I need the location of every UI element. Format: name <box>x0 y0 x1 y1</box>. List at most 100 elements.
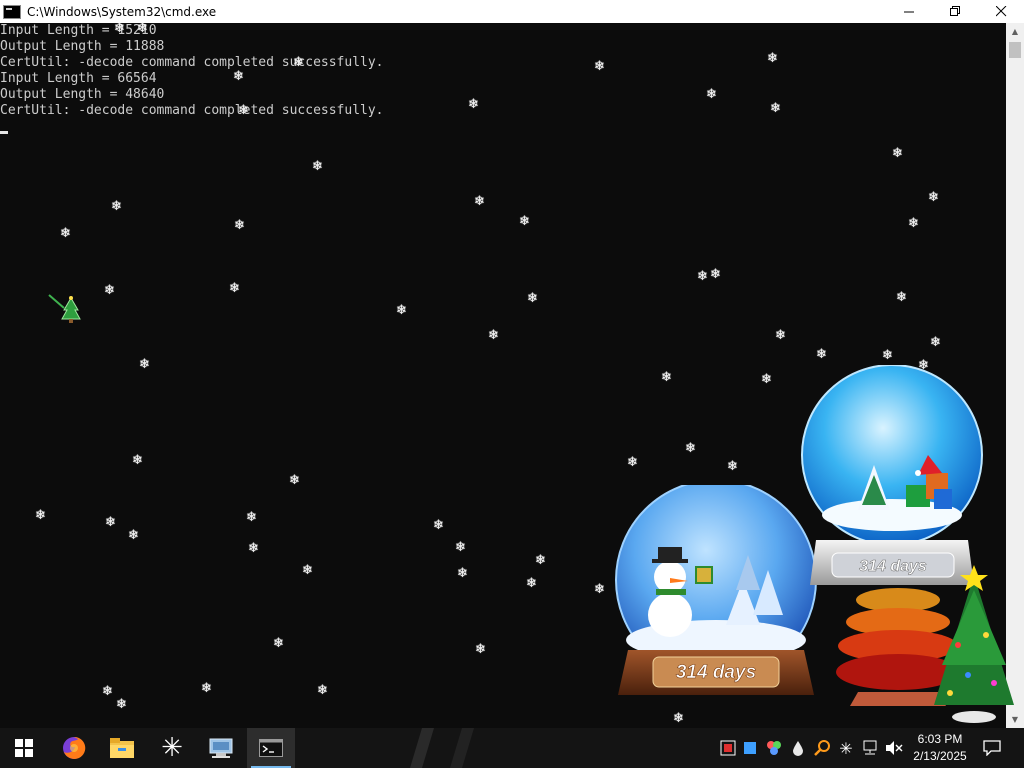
snowflake-icon: ❄ <box>248 541 259 556</box>
christmas-tree-gadget[interactable] <box>928 565 1020 725</box>
file-explorer-icon <box>110 738 134 758</box>
console-line: Output Length = 11888 <box>0 39 165 54</box>
scroll-up-arrow-icon[interactable]: ▲ <box>1006 23 1024 40</box>
snowflake-icon: ❄ <box>289 473 300 488</box>
close-button[interactable] <box>978 0 1024 23</box>
console-line: Output Length = 48640 <box>0 87 165 102</box>
cmd-window-icon[interactable] <box>3 4 21 19</box>
snowflake-icon: ❄ <box>104 283 115 298</box>
console-line: CertUtil: -decode command completed succ… <box>0 55 384 70</box>
taskbar: ✳ ✳ 6:03 PM 2/13/2025 <box>0 728 1024 768</box>
system-tray: ✳ <box>718 728 906 768</box>
snowflake-icon: ❄ <box>535 553 546 568</box>
snowflake-icon: ❄ <box>882 348 893 363</box>
snowflake-icon: ❄ <box>661 370 672 385</box>
snowflake-icon: ❄ <box>928 190 939 205</box>
snowflake-icon: ❄ <box>488 328 499 343</box>
snowflake-icon: ❄ <box>229 281 240 296</box>
volume-muted-icon[interactable] <box>882 738 906 758</box>
clock-time: 6:03 PM <box>917 732 963 746</box>
snowflake-icon: ❄ <box>139 357 150 372</box>
snowflake-icon: ❄ <box>896 290 907 305</box>
snowflake-icon: ❄ <box>457 566 468 581</box>
snowflake-app-icon: ✳ <box>161 733 183 763</box>
console-line: Input Length = 15210 <box>0 23 157 38</box>
snowflake-icon: ❄ <box>312 159 323 174</box>
start-button[interactable] <box>0 728 48 768</box>
snowflake-icon: ❄ <box>816 347 827 362</box>
snowflake-icon: ❄ <box>930 335 941 350</box>
snowflake-icon: ❄ <box>526 576 537 591</box>
console-line: Input Length = 66564 <box>0 71 157 86</box>
snowflake-icon: ❄ <box>727 459 738 474</box>
taskbar-snowflake-app[interactable]: ✳ <box>148 728 196 768</box>
snowflake-icon: ❄ <box>594 59 605 74</box>
taskbar-firefox[interactable] <box>50 728 98 768</box>
action-center-icon <box>983 740 1001 756</box>
snowflake-icon: ❄ <box>396 303 407 318</box>
command-prompt-icon <box>259 739 283 757</box>
snowflake-icon: ❄ <box>527 291 538 306</box>
window-titlebar[interactable]: C:\Windows\System32\cmd.exe <box>0 0 1024 23</box>
taskbar-control-panel[interactable] <box>197 728 245 768</box>
scrollbar-thumb[interactable] <box>1009 42 1021 58</box>
restore-button[interactable] <box>932 0 978 23</box>
snowflake-icon: ❄ <box>116 697 127 712</box>
search-magnifier-icon[interactable] <box>810 738 834 758</box>
snowflake-icon: ❄ <box>114 21 125 36</box>
snowglobe-large-counter: 314 days <box>859 558 927 575</box>
snowflake-icon: ❄ <box>293 55 304 70</box>
snowflake-icon: ❄ <box>455 540 466 555</box>
snowflake-icon: ❄ <box>468 97 479 112</box>
snowflake-icon: ❄ <box>706 87 717 102</box>
snowflake-icon: ❄ <box>35 508 46 523</box>
snowflake-icon: ❄ <box>238 103 249 118</box>
network-icon[interactable] <box>858 738 882 758</box>
snowflake-icon: ❄ <box>433 518 444 533</box>
snowflake-icon: ❄ <box>594 582 605 597</box>
snowflake-icon: ❄ <box>474 194 485 209</box>
network-monitor-icon[interactable] <box>718 738 738 758</box>
blue-square-icon[interactable] <box>738 738 762 758</box>
snowflake-icon: ❄ <box>302 563 313 578</box>
snowflake-icon: ❄ <box>908 216 919 231</box>
snowflake-icon: ❄ <box>710 267 721 282</box>
snowflake-icon: ❄ <box>102 684 113 699</box>
taskbar-command-prompt[interactable] <box>247 728 295 768</box>
christmas-tree-cursor-icon <box>48 294 81 323</box>
snowflake-icon: ❄ <box>627 455 638 470</box>
snowflake-icon: ❄ <box>761 372 772 387</box>
restore-icon <box>949 6 960 16</box>
snowflake-icon: ❄ <box>273 636 284 651</box>
text-cursor <box>0 131 8 134</box>
snowflake-icon: ❄ <box>519 214 530 229</box>
snowflake-icon: ❄ <box>475 642 486 657</box>
snowflake-icon: ❄ <box>317 683 328 698</box>
action-center-button[interactable] <box>972 728 1012 768</box>
snowflake-tray-icon[interactable]: ✳ <box>834 738 858 758</box>
snowflake-icon: ❄ <box>234 218 245 233</box>
close-icon <box>995 6 1006 17</box>
snowflake-icon: ❄ <box>111 199 122 214</box>
snowflake-icon: ❄ <box>201 681 212 696</box>
taskbar-file-explorer[interactable] <box>98 728 146 768</box>
taskbar-decoration <box>410 728 474 768</box>
snowflake-icon: ❄ <box>673 711 684 726</box>
snowflake-icon: ❄ <box>128 528 139 543</box>
window-controls <box>886 0 1024 23</box>
minimize-icon <box>903 11 914 13</box>
snowflake-icon: ❄ <box>105 515 116 530</box>
snowglobe-large-gadget[interactable]: 314 days <box>794 365 994 590</box>
snowflake-icon: ❄ <box>767 51 778 66</box>
snowflake-icon: ❄ <box>770 101 781 116</box>
water-drop-icon[interactable] <box>786 738 810 758</box>
minimize-button[interactable] <box>886 0 932 23</box>
console-line: CertUtil: -decode command completed succ… <box>0 103 384 118</box>
snowflake-icon: ❄ <box>685 441 696 456</box>
snowflake-icon: ❄ <box>60 226 71 241</box>
taskbar-clock[interactable]: 6:03 PM 2/13/2025 <box>905 731 975 765</box>
colorful-app-icon[interactable] <box>762 738 786 758</box>
snowflake-icon: ❄ <box>775 328 786 343</box>
firefox-icon <box>63 736 86 759</box>
window-title: C:\Windows\System32\cmd.exe <box>27 4 217 19</box>
